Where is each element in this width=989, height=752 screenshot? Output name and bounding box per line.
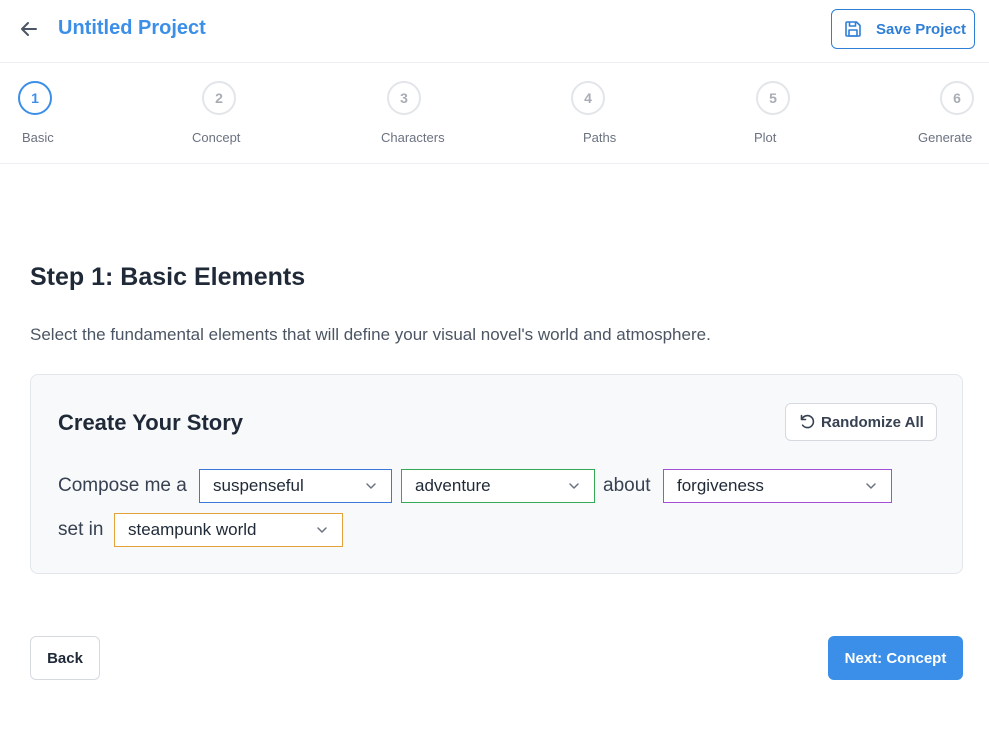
project-title[interactable]: Untitled Project [58, 17, 206, 40]
chevron-down-icon [866, 483, 876, 489]
save-project-button[interactable]: Save Project [831, 9, 975, 49]
theme-value: forgiveness [677, 476, 764, 495]
step-progress: 1 Basic 2 Concept 3 Characters 4 Paths 5… [0, 63, 989, 164]
step-6-circle[interactable]: 6 [940, 81, 974, 115]
step-2-circle[interactable]: 2 [202, 81, 236, 115]
genre-value: adventure [415, 476, 491, 495]
chevron-down-icon [569, 483, 579, 489]
step-6-label: Generate [918, 130, 973, 145]
about-text: about [603, 475, 651, 496]
create-story-card: Create Your Story Randomize All Compose … [30, 374, 963, 574]
save-project-label: Save Project [876, 20, 967, 38]
back-arrow-icon[interactable] [18, 18, 40, 40]
setting-select[interactable]: steampunk world [114, 513, 343, 547]
step-3-label: Characters [381, 130, 445, 145]
genre-select[interactable]: adventure [401, 469, 595, 503]
step-5-circle[interactable]: 5 [756, 81, 790, 115]
randomize-all-label: Randomize All [821, 413, 924, 431]
save-icon [845, 21, 861, 37]
tone-value: suspenseful [213, 476, 304, 495]
tone-select[interactable]: suspenseful [199, 469, 392, 503]
step-1-label: Basic [22, 130, 54, 145]
back-button[interactable]: Back [30, 636, 100, 680]
setting-value: steampunk world [128, 520, 257, 539]
chevron-down-icon [317, 527, 327, 533]
theme-select[interactable]: forgiveness [663, 469, 892, 503]
next-concept-button[interactable]: Next: Concept [828, 636, 963, 680]
step-2-label: Concept [192, 130, 241, 145]
step-4-circle[interactable]: 4 [571, 81, 605, 115]
card-title: Create Your Story [58, 410, 244, 435]
step-1-circle[interactable]: 1 [18, 81, 52, 115]
chevron-down-icon [366, 483, 376, 489]
refresh-icon [800, 414, 815, 429]
randomize-all-button[interactable]: Randomize All [785, 403, 937, 441]
set-in-text: set in [58, 519, 104, 540]
step-5-label: Plot [754, 130, 777, 145]
step-3-circle[interactable]: 3 [387, 81, 421, 115]
compose-prefix: Compose me a [58, 475, 187, 496]
step-4-label: Paths [583, 130, 617, 145]
step-title: Step 1: Basic Elements [30, 263, 306, 291]
step-description: Select the fundamental elements that wil… [30, 325, 711, 344]
app-header: Untitled Project Save Project [0, 0, 989, 63]
